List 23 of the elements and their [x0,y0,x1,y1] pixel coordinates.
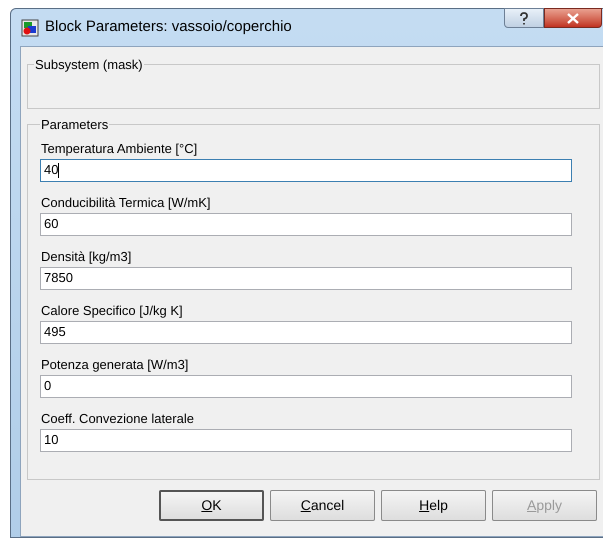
field-label: Conducibilità Termica [W/mK] [40,194,212,212]
input-field[interactable]: 60 [40,212,572,236]
app-icon [21,18,39,36]
dialog-button[interactable]: Cancel [270,490,375,521]
field-label: Coeff. Convezione laterale [40,410,195,428]
field-label: Temperatura Ambiente [°C] [40,140,198,158]
input-field[interactable]: 495 [40,320,572,344]
group-legend: Parameters [40,115,110,134]
input-field[interactable]: 40 [40,158,572,182]
input-field[interactable]: 10 [40,428,572,452]
question-icon [519,12,529,24]
field-label: Densità [kg/m3] [40,248,132,266]
close-icon [567,12,579,24]
field-label: Potenza generata [W/m3] [40,356,190,374]
input-field[interactable]: 0 [40,374,572,398]
group-legend: Subsystem (mask) [34,55,144,74]
field-label: Calore Specifico [J/kg K] [40,302,184,320]
input-field[interactable]: 7850 [40,266,572,290]
help-button[interactable] [504,8,544,28]
window-title: Block Parameters: vassoio/coperchio [45,17,292,38]
dialog-button[interactable]: Help [381,490,486,521]
close-button[interactable] [544,8,602,28]
dialog-button[interactable]: OK [159,490,264,521]
